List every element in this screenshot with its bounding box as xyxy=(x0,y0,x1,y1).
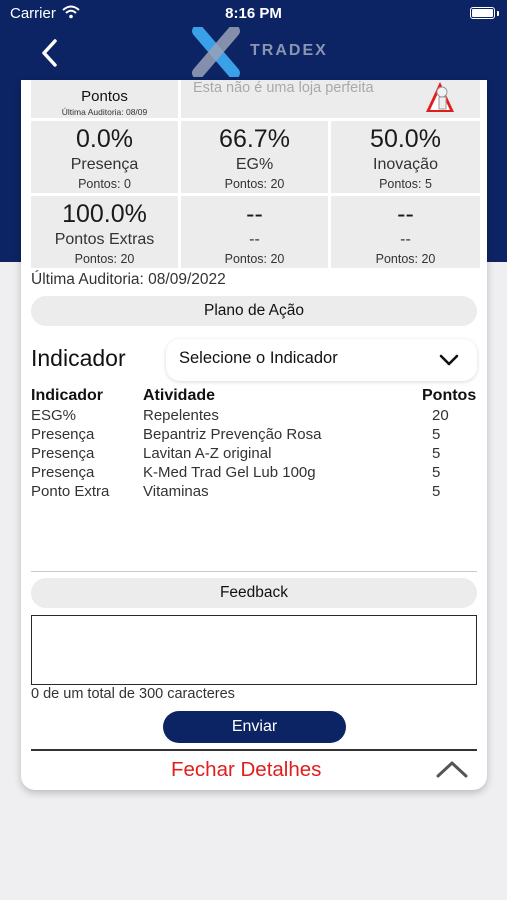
row-activity: Bepantriz Prevenção Rosa xyxy=(143,426,322,443)
action-plan-button[interactable]: Plano de Ação xyxy=(31,296,477,326)
footer-divider xyxy=(31,749,477,751)
tile-points: Pontos: 20 xyxy=(224,177,285,191)
chevron-up-icon[interactable] xyxy=(435,759,469,779)
row-activity: Lavitan A-Z original xyxy=(143,445,272,462)
column-header-activity: Atividade xyxy=(143,387,216,404)
last-audit-date: Última Auditoria: 08/09/2022 xyxy=(31,271,226,288)
chevron-down-icon xyxy=(439,354,459,366)
table-row: Presença Bepantriz Prevenção Rosa 5 xyxy=(21,426,487,445)
tile-label: Inovação xyxy=(373,156,438,173)
tile-label: Pontos Extras xyxy=(54,231,155,248)
column-header-indicator: Indicador xyxy=(31,387,104,404)
store-status-banner: Esta não é uma loja perfeita xyxy=(181,80,480,118)
indicator-tile-inovacao: 50.0% Inovação Pontos: 5 xyxy=(331,121,480,193)
row-indicator: ESG% xyxy=(31,407,77,424)
indicator-select-value: Selecione o Indicador xyxy=(179,349,338,367)
tile-points: Pontos: 20 xyxy=(74,252,135,266)
tile-value: -- xyxy=(397,200,414,228)
tile-label: -- xyxy=(249,231,260,248)
battery-icon xyxy=(470,7,495,19)
row-points: 5 xyxy=(432,483,441,500)
row-points: 5 xyxy=(432,426,441,443)
brand-name: TRADEX xyxy=(250,42,328,59)
score-audit-date: Última Auditoria: 08/09 xyxy=(61,107,148,117)
tile-value: 0.0% xyxy=(76,125,133,153)
tile-points: Pontos: 0 xyxy=(78,177,131,191)
row-indicator: Presença xyxy=(31,426,95,443)
indicator-tile-eg: 66.7% EG% Pontos: 20 xyxy=(181,121,328,193)
row-points: 5 xyxy=(432,445,441,462)
indicator-tile-pontos-extras: 100.0% Pontos Extras Pontos: 20 xyxy=(31,196,178,268)
store-status-text: Esta não é uma loja perfeita xyxy=(193,80,374,96)
indicator-title: Indicador xyxy=(31,345,126,371)
table-row: ESG% Repelentes 20 xyxy=(21,407,487,426)
tile-points: Pontos: 20 xyxy=(375,252,436,266)
close-details-button[interactable]: Fechar Detalhes xyxy=(171,758,321,782)
table-row: Presença Lavitan A-Z original 5 xyxy=(21,445,487,464)
row-indicator: Presença xyxy=(31,464,95,481)
feedback-button[interactable]: Feedback xyxy=(31,578,477,608)
table-row: Presença K-Med Trad Gel Lub 100g 5 xyxy=(21,464,487,483)
feedback-textarea[interactable] xyxy=(31,615,477,685)
section-divider xyxy=(31,571,477,572)
score-tile: 45/100 Pontos Última Auditoria: 08/09 xyxy=(31,80,178,118)
x-logo-icon xyxy=(192,27,240,77)
tile-label: EG% xyxy=(235,156,274,173)
tile-label: Presença xyxy=(70,156,139,173)
row-indicator: Presença xyxy=(31,445,95,462)
details-card: 45/100 Pontos Última Auditoria: 08/09 Es… xyxy=(21,80,487,790)
row-activity: Repelentes xyxy=(143,407,219,424)
score-label: Pontos xyxy=(81,88,128,105)
status-bar: Carrier 8:16 PM xyxy=(0,0,507,28)
send-button[interactable]: Enviar xyxy=(163,711,346,743)
indicator-tile-empty-2: -- -- Pontos: 20 xyxy=(331,196,480,268)
row-points: 5 xyxy=(432,464,441,481)
tile-points: Pontos: 5 xyxy=(379,177,432,191)
row-activity: K-Med Trad Gel Lub 100g xyxy=(143,464,316,481)
tile-value: 100.0% xyxy=(62,200,147,228)
tile-value: -- xyxy=(246,200,263,228)
character-counter: 0 de um total de 300 caracteres xyxy=(31,686,235,702)
row-activity: Vitaminas xyxy=(143,483,209,500)
tile-label: -- xyxy=(400,231,411,248)
indicator-tile-presenca: 0.0% Presença Pontos: 0 xyxy=(31,121,178,193)
score-value: 45/100 xyxy=(31,80,178,87)
row-indicator: Ponto Extra xyxy=(31,483,110,500)
tile-value: 50.0% xyxy=(370,125,441,153)
tile-points: Pontos: 20 xyxy=(224,252,285,266)
indicator-select[interactable]: Selecione o Indicador xyxy=(166,339,477,381)
tile-value: 66.7% xyxy=(219,125,290,153)
row-points: 20 xyxy=(432,407,449,424)
table-row: Ponto Extra Vitaminas 5 xyxy=(21,483,487,502)
chevron-left-icon[interactable] xyxy=(36,36,64,70)
status-time: 8:16 PM xyxy=(225,5,282,22)
column-header-points: Pontos xyxy=(422,387,477,404)
indicator-tile-empty-1: -- -- Pontos: 20 xyxy=(181,196,328,268)
warning-figure-icon xyxy=(426,82,454,112)
